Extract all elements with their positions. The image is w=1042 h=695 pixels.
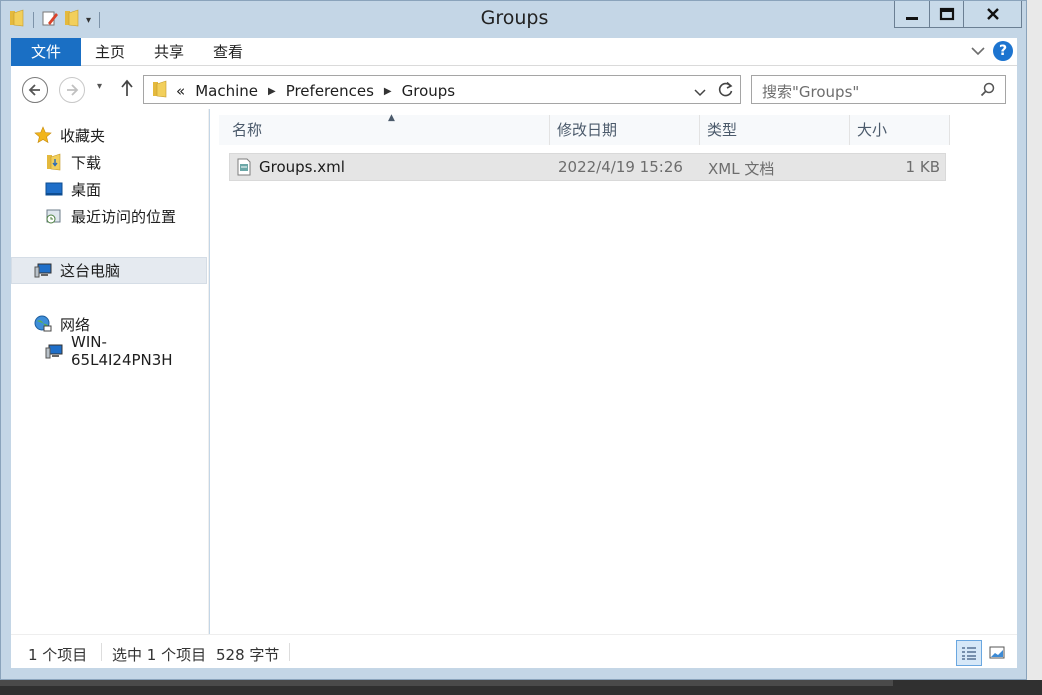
status-bar: 1 个项目 选中 1 个项目 528 字节 [11, 634, 1017, 668]
window-title: Groups [480, 7, 549, 29]
ribbon-right: ? [971, 41, 1013, 61]
minimize-button[interactable] [894, 1, 930, 28]
status-item-count: 1 个项目 [28, 646, 88, 664]
status-selected: 选中 1 个项目 [112, 646, 207, 664]
close-icon [986, 8, 999, 20]
details-view-icon [962, 647, 976, 660]
tab-file[interactable]: 文件 [11, 38, 81, 66]
close-button[interactable] [964, 1, 1022, 28]
chevron-right-icon[interactable]: ▶ [384, 86, 392, 97]
xml-document-icon [236, 158, 252, 180]
address-bar[interactable]: « Machine ▶ Preferences ▶ Groups [143, 75, 741, 104]
recent-locations-icon[interactable]: ▾ [97, 81, 102, 92]
desktop-icon [45, 180, 63, 198]
maximize-button[interactable] [930, 1, 964, 28]
column-name-label: 名称 [232, 121, 263, 139]
breadcrumb: « Machine ▶ Preferences ▶ Groups [152, 80, 455, 102]
chevron-right-icon[interactable]: ▶ [268, 86, 276, 97]
minimize-icon [906, 17, 918, 20]
status-bytes: 528 字节 [216, 646, 280, 664]
search-icon[interactable] [980, 82, 995, 101]
nav-network-label: 网络 [60, 315, 91, 334]
search-box[interactable]: 搜索"Groups" [751, 75, 1006, 104]
breadcrumb-groups[interactable]: Groups [402, 82, 455, 100]
recent-places-icon [45, 207, 63, 225]
ribbon: 文件 主页 共享 查看 ? [11, 38, 1017, 66]
file-name: Groups.xml [259, 158, 345, 176]
downloads-folder-icon [45, 153, 63, 171]
nav-recent[interactable]: 最近访问的位置 [45, 203, 176, 229]
computer-icon [34, 261, 52, 279]
nav-network-computer-label: WIN-65L4I24PN3H [71, 333, 173, 369]
file-type: XML 文档 [708, 160, 775, 178]
forward-arrow-icon [67, 84, 79, 96]
navigation-bar: ▾ « Machine ▶ Preferences ▶ Groups 搜索"Gr… [11, 66, 1017, 109]
maximize-icon [939, 7, 954, 21]
column-type-label: 类型 [707, 121, 738, 139]
column-size-label: 大小 [857, 121, 888, 139]
file-size: 1 KB [905, 158, 940, 176]
column-header-size[interactable]: 大小 [850, 115, 950, 145]
column-header-type[interactable]: 类型 [700, 115, 850, 145]
address-dropdown-icon[interactable] [694, 84, 706, 102]
tab-home[interactable]: 主页 [95, 38, 125, 66]
large-icons-view-button[interactable] [984, 640, 1010, 666]
large-icons-view-icon [989, 646, 1005, 659]
sort-up-icon: ▲ [388, 113, 395, 123]
star-icon [34, 126, 52, 144]
title-bar: ▾ Groups [1, 1, 1028, 37]
breadcrumb-overflow[interactable]: « [176, 82, 185, 100]
breadcrumb-preferences[interactable]: Preferences [286, 82, 374, 100]
column-header-name[interactable]: 名称 ▲ [219, 113, 550, 145]
nav-favorites[interactable]: 收藏夹 [34, 122, 105, 148]
nav-desktop[interactable]: 桌面 [45, 176, 101, 202]
up-arrow-icon [121, 79, 133, 96]
back-arrow-icon [28, 84, 40, 96]
file-row[interactable]: Groups.xml 2022/4/19 15:26 XML 文档 1 KB [229, 153, 946, 181]
window-controls [894, 1, 1022, 28]
expand-ribbon-icon[interactable] [971, 42, 985, 60]
help-icon[interactable]: ? [993, 41, 1013, 61]
explorer-window: ▾ Groups 文件 主页 共享 查看 ? ▾ « Machine ▶ Pre… [0, 0, 1027, 680]
computer-icon [45, 342, 63, 360]
nav-recent-label: 最近访问的位置 [71, 207, 177, 226]
breadcrumb-machine[interactable]: Machine [195, 82, 258, 100]
nav-network-computer[interactable]: WIN-65L4I24PN3H [45, 333, 208, 369]
refresh-icon[interactable] [717, 81, 734, 102]
file-modified: 2022/4/19 15:26 [558, 158, 683, 176]
nav-this-pc[interactable]: 这台电脑 [34, 257, 120, 283]
forward-button[interactable] [59, 77, 85, 103]
column-header-modified[interactable]: 修改日期 [550, 115, 700, 145]
tab-share[interactable]: 共享 [154, 38, 184, 66]
taskbar-strip [0, 680, 1042, 695]
details-view-button[interactable] [956, 640, 982, 666]
background-strip [1027, 0, 1042, 680]
address-folder-icon [152, 80, 168, 102]
nav-this-pc-label: 这台电脑 [60, 261, 121, 280]
nav-downloads[interactable]: 下载 [45, 149, 101, 175]
tab-view[interactable]: 查看 [213, 38, 243, 66]
navigation-pane: 收藏夹 下载 桌面 最近访问的位置 这台电脑 网络 WIN-65L4I24PN3… [11, 109, 209, 634]
network-globe-icon [34, 315, 52, 333]
column-modified-label: 修改日期 [557, 121, 618, 139]
nav-downloads-label: 下载 [71, 153, 102, 172]
back-button[interactable] [22, 77, 48, 103]
up-button[interactable] [120, 79, 134, 101]
nav-favorites-label: 收藏夹 [60, 126, 106, 145]
search-placeholder: 搜索"Groups" [762, 83, 860, 101]
file-list: 名称 ▲ 修改日期 类型 大小 Groups.xml 2022/4/19 15:… [210, 109, 1017, 634]
nav-desktop-label: 桌面 [71, 180, 102, 199]
